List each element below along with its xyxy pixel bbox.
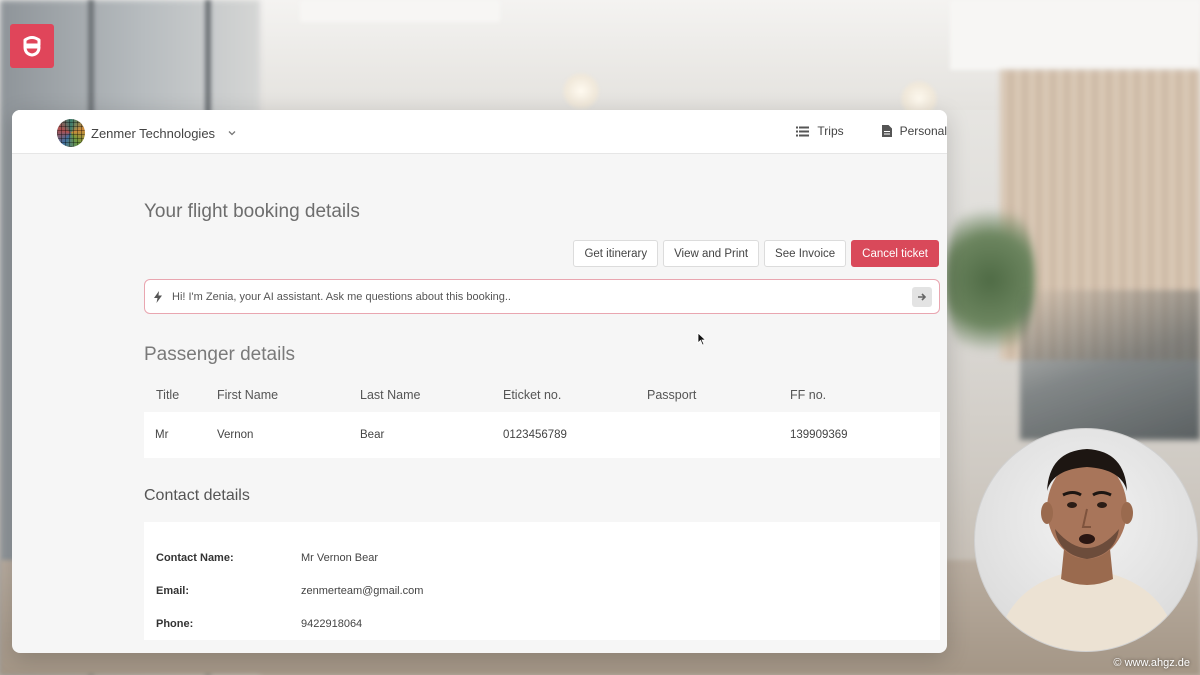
org-switcher[interactable]: Zenmer Technologies <box>57 119 237 147</box>
passenger-table: Title First Name Last Name Eticket no. P… <box>144 378 940 458</box>
nav-links: Trips Personal <box>796 124 947 138</box>
cell-first-name: Vernon <box>217 429 254 441</box>
document-icon <box>881 125 892 137</box>
contact-name-value: Mr Vernon Bear <box>301 551 379 564</box>
presenter-webcam <box>974 428 1198 652</box>
phone-row: Phone: 9422918064 <box>144 607 940 640</box>
contact-name-row: Contact Name: Mr Vernon Bear <box>144 541 940 574</box>
mouse-cursor-icon <box>697 332 707 346</box>
ceiling-beam <box>300 0 500 22</box>
list-icon <box>796 126 810 136</box>
send-arrow-icon[interactable] <box>912 286 932 307</box>
table-row: Mr Vernon Bear 0123456789 139909369 <box>144 412 940 458</box>
watermark: © www.ahgz.de <box>1113 657 1190 669</box>
cell-title: Mr <box>155 429 169 441</box>
ceiling-lamp <box>562 72 600 110</box>
page-title: Your flight booking details <box>144 201 360 222</box>
passenger-details-title: Passenger details <box>144 344 296 365</box>
view-and-print-button[interactable]: View and Print <box>663 240 760 267</box>
booking-actions: Get itinerary View and Print See Invoice… <box>573 240 939 267</box>
column-header: Eticket no. <box>503 388 562 402</box>
column-header: Last Name <box>360 388 421 402</box>
ai-assistant-bar <box>144 279 940 314</box>
column-header: First Name <box>217 388 279 402</box>
column-header: Passport <box>647 388 697 402</box>
see-invoice-button[interactable]: See Invoice <box>764 240 847 267</box>
email-row: Email: zenmerteam@gmail.com <box>144 574 940 607</box>
cell-eticket: 0123456789 <box>503 429 567 441</box>
brand-logo <box>10 24 54 68</box>
nav-trips[interactable]: Trips <box>796 124 844 138</box>
cancel-ticket-button[interactable]: Cancel ticket <box>851 240 939 267</box>
org-logo <box>57 119 85 147</box>
zenmer-logo-icon <box>23 36 41 57</box>
ai-assistant-input[interactable] <box>172 290 912 303</box>
lightning-icon <box>154 290 166 304</box>
get-itinerary-button[interactable]: Get itinerary <box>573 240 659 267</box>
staircase <box>1020 290 1200 440</box>
nav-personal-label: Personal <box>899 124 947 138</box>
phone-value: 9422918064 <box>301 617 363 630</box>
nav-trips-label: Trips <box>817 124 844 138</box>
contact-details-title: Contact details <box>144 487 250 504</box>
nav-personal[interactable]: Personal <box>881 124 947 138</box>
contact-card: Contact Name: Mr Vernon Bear Email: zenm… <box>144 522 940 640</box>
presenter-avatar <box>995 449 1179 651</box>
column-header: FF no. <box>790 388 827 402</box>
app-window: Zenmer Technologies Trips Personal Your … <box>12 110 947 653</box>
email-value: zenmerteam@gmail.com <box>301 584 424 597</box>
org-name: Zenmer Technologies <box>91 125 216 141</box>
cell-last-name: Bear <box>360 429 385 441</box>
cell-ff-no: 139909369 <box>790 429 848 441</box>
contact-name-label: Contact Name: <box>156 551 234 564</box>
phone-label: Phone: <box>156 617 194 630</box>
chevron-down-icon <box>228 131 236 136</box>
table-header: Title First Name Last Name Eticket no. P… <box>144 378 940 412</box>
email-label: Email: <box>156 584 190 597</box>
ceiling-beam <box>950 0 1200 70</box>
column-header: Title <box>156 388 180 402</box>
top-navbar: Zenmer Technologies Trips Personal <box>12 110 947 154</box>
